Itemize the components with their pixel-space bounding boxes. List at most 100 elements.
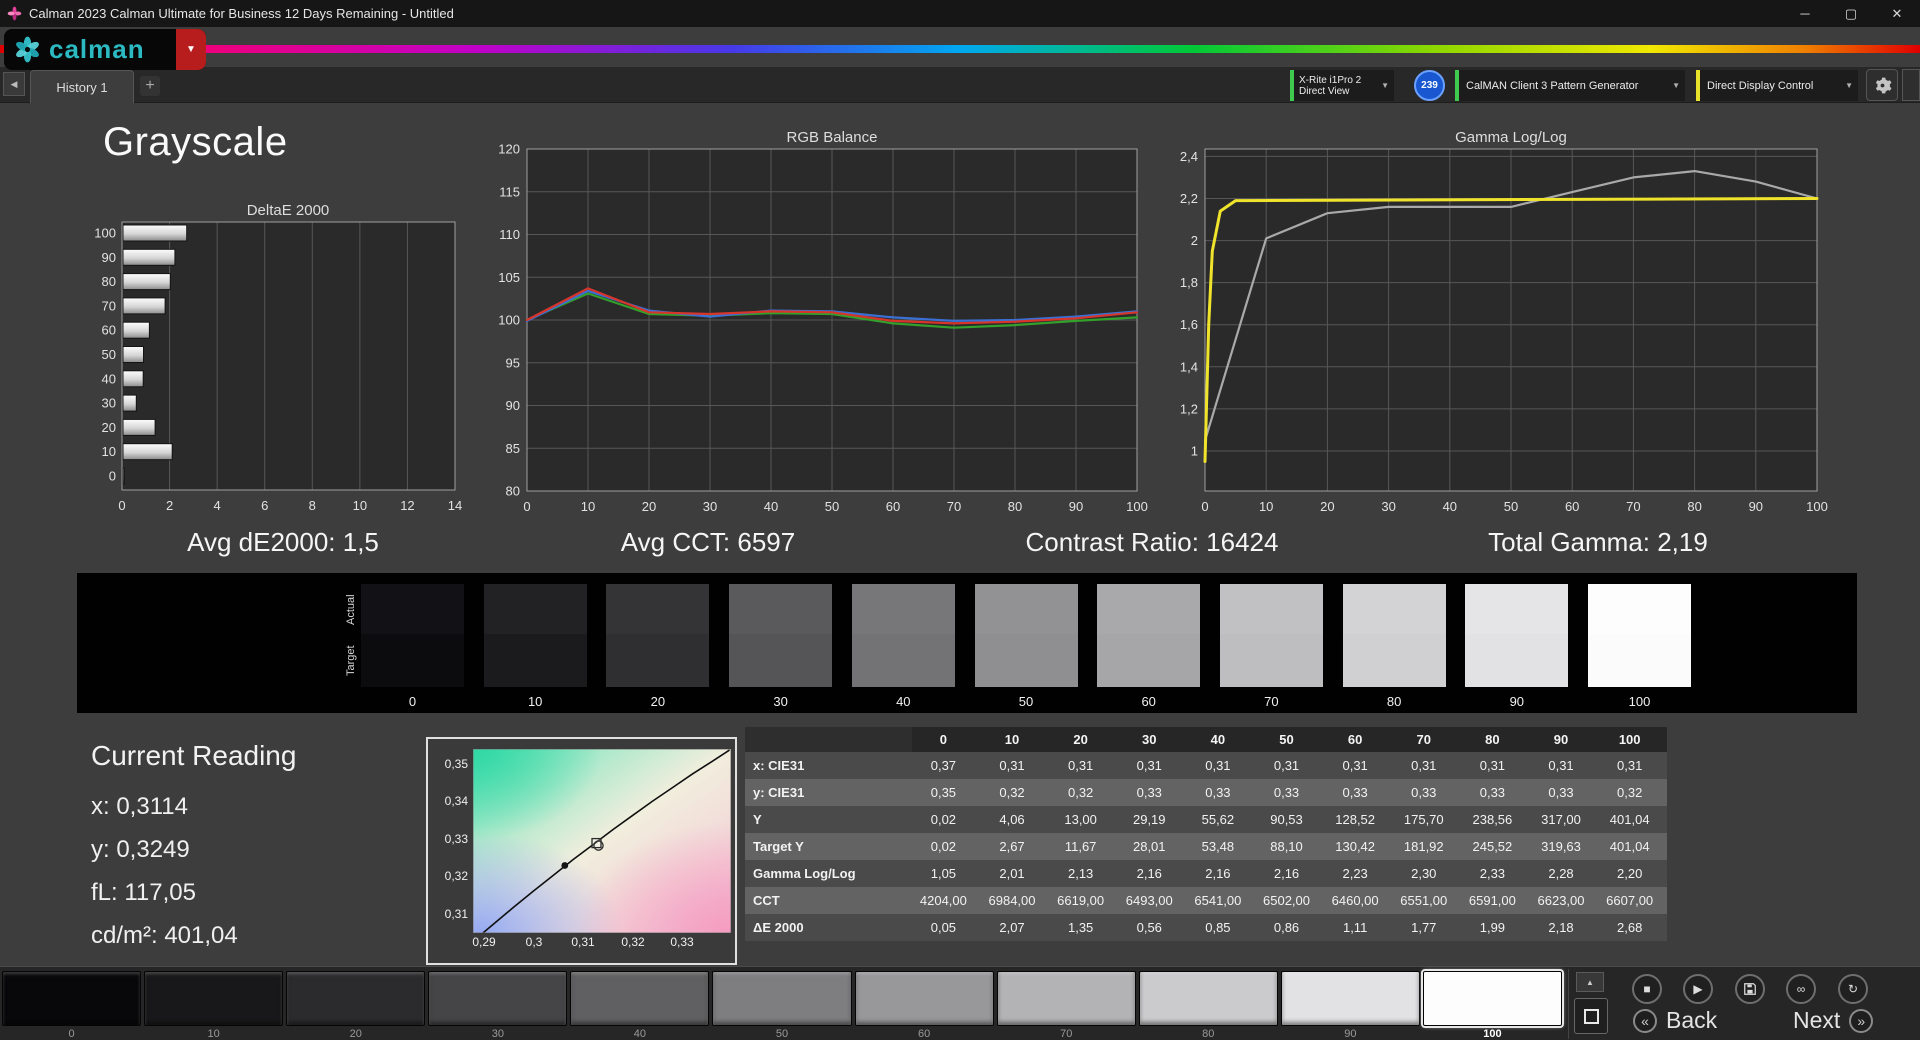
meter-selector[interactable]: X-Rite i1Pro 2 Direct View ▼ — [1290, 70, 1394, 101]
title-bar: Calman 2023 Calman Ultimate for Business… — [0, 0, 1920, 27]
chevron-down-icon: ▼ — [1672, 81, 1680, 90]
back-button[interactable]: « Back — [1633, 1007, 1717, 1034]
patch-swatch — [996, 971, 1136, 1026]
play-button[interactable]: ▶ — [1683, 974, 1713, 1004]
pattern-window-button[interactable] — [1574, 998, 1608, 1034]
swatch-level-label: 60 — [1141, 694, 1156, 709]
table-cell: 0,05 — [912, 914, 981, 941]
table-cell: 0,33 — [1323, 779, 1393, 806]
table-cell: 181,92 — [1392, 833, 1462, 860]
swatch-actual — [851, 584, 955, 634]
table-cell: 0,31 — [1117, 752, 1187, 779]
pattern-patch-60[interactable]: 60 — [854, 971, 994, 1040]
table-cell: 28,01 — [1117, 833, 1187, 860]
svg-text:20: 20 — [1320, 499, 1334, 514]
cie-y-tick: 0,32 — [444, 869, 468, 883]
pattern-patch-50[interactable]: 50 — [712, 971, 852, 1040]
table-cell: 1,77 — [1392, 914, 1462, 941]
svg-text:70: 70 — [947, 499, 961, 514]
swatch-level-label: 70 — [1264, 694, 1279, 709]
table-column-header: 70 — [1392, 727, 1462, 752]
svg-text:80: 80 — [1687, 499, 1701, 514]
pattern-patch-30[interactable]: 30 — [428, 971, 568, 1040]
more-devices-button[interactable] — [1902, 69, 1920, 101]
loop-button[interactable]: ∞ — [1786, 974, 1816, 1004]
patch-swatch — [144, 971, 284, 1026]
table-cell: 0,31 — [1461, 752, 1530, 779]
pattern-patch-10[interactable]: 10 — [144, 971, 284, 1040]
tab-history-1[interactable]: History 1 — [30, 70, 134, 103]
grayscale-swatch-20 — [606, 584, 710, 687]
gamma-chart: 2,42,221,81,61,41,210 10 20 30 40 50 60 70 80 90 1… — [1180, 148, 1828, 514]
save-button[interactable] — [1735, 974, 1765, 1004]
settings-button[interactable] — [1866, 69, 1898, 101]
pattern-patch-40[interactable]: 40 — [570, 971, 710, 1040]
current-reading-title: Current Reading — [91, 740, 297, 771]
grayscale-swatch-40 — [851, 584, 955, 687]
svg-text:100: 100 — [1126, 499, 1148, 514]
cie-x-tick: 0,29 — [472, 935, 496, 949]
swatch-actual — [361, 584, 464, 634]
grayscale-swatch-60 — [1097, 584, 1201, 687]
svg-text:10: 10 — [581, 499, 595, 514]
table-cell: 0,31 — [1392, 752, 1462, 779]
table-cell: 238,56 — [1461, 806, 1530, 833]
svg-text:30: 30 — [1381, 499, 1395, 514]
grayscale-swatch-80 — [1342, 584, 1446, 687]
swatch-actual — [729, 584, 833, 634]
patch-label: 50 — [775, 1028, 789, 1040]
table-cell: 2,33 — [1461, 860, 1530, 887]
pattern-patch-70[interactable]: 70 — [996, 971, 1136, 1040]
meter-count-badge[interactable]: 239 — [1414, 70, 1445, 101]
calman-wordmark: calman — [49, 34, 145, 64]
chevron-down-icon: ▼ — [186, 44, 196, 55]
table-cell: 317,00 — [1529, 806, 1599, 833]
cie-y-tick: 0,33 — [444, 832, 468, 846]
calman-logo-menu[interactable]: calman ▼ — [4, 29, 206, 70]
pattern-patch-90[interactable]: 90 — [1280, 971, 1420, 1040]
patch-label: 60 — [917, 1028, 931, 1040]
table-cell: 4,06 — [980, 806, 1050, 833]
svg-text:95: 95 — [506, 355, 520, 370]
minimize-button[interactable]: ─ — [1782, 0, 1828, 27]
pattern-patch-20[interactable]: 20 — [286, 971, 426, 1040]
next-arrow-icon: » — [1849, 1008, 1874, 1033]
table-cell: 1,99 — [1461, 914, 1530, 941]
gear-icon — [1875, 77, 1891, 93]
swatch-target — [1588, 634, 1691, 687]
logo-menu-arrow[interactable]: ▼ — [176, 29, 206, 70]
display-control-selector[interactable]: Direct Display Control ▼ — [1696, 70, 1858, 101]
svg-text:30: 30 — [703, 499, 717, 514]
pattern-generator-selector[interactable]: CalMAN Client 3 Pattern Generator ▼ — [1455, 70, 1685, 101]
table-row: CCT 4204,00 6984,00 6619,00 6493,00 6541,00 65… — [745, 887, 1667, 914]
swatch-target — [851, 634, 955, 687]
table-row: ΔE 2000 0,05 2,07 1,35 0,56 0,85 0,86 1,11 1,77 1… — [745, 914, 1667, 941]
table-cell: 6619,00 — [1049, 887, 1118, 914]
swatch-actual — [974, 584, 1078, 634]
pattern-patch-80[interactable]: 80 — [1138, 971, 1278, 1040]
svg-text:120: 120 — [498, 142, 520, 157]
close-button[interactable]: ✕ — [1874, 0, 1920, 27]
svg-text:2: 2 — [166, 498, 173, 512]
pattern-patch-0[interactable]: 0 — [2, 971, 142, 1040]
grayscale-swatch-50 — [974, 584, 1078, 687]
svg-text:6: 6 — [261, 498, 268, 512]
table-row-label: Target Y — [745, 833, 913, 860]
refresh-button[interactable]: ↻ — [1838, 974, 1868, 1004]
history-panel-button[interactable]: ◀ — [3, 72, 25, 96]
maximize-button[interactable]: ▢ — [1828, 0, 1874, 27]
table-cell: 319,63 — [1529, 833, 1599, 860]
stop-button[interactable]: ■ — [1632, 974, 1662, 1004]
window-controls: ─ ▢ ✕ — [1782, 0, 1920, 27]
pattern-patch-100[interactable]: 100 — [1420, 969, 1565, 1040]
add-tab-button[interactable]: + — [140, 76, 160, 96]
svg-text:115: 115 — [499, 184, 520, 199]
swatch-level-label: 90 — [1509, 694, 1525, 709]
cie-chromaticity-diagram: 0,35 0,34 0,33 0,32 0,31 0,29 0,3 0,31 0,32 0,33 — [426, 737, 737, 965]
svg-text:2,4: 2,4 — [1180, 149, 1198, 164]
table-cell: 6984,00 — [980, 887, 1050, 914]
deltae-chart: 0 2 4 6 8 10 12 141009080706050403020100 — [94, 221, 462, 512]
next-button[interactable]: Next » — [1793, 1007, 1874, 1034]
patch-scroll-up-button[interactable]: ▲ — [1576, 972, 1604, 992]
table-row: x: CIE31 0,37 0,31 0,31 0,31 0,31 0,31 0,31 0,31… — [745, 752, 1667, 779]
